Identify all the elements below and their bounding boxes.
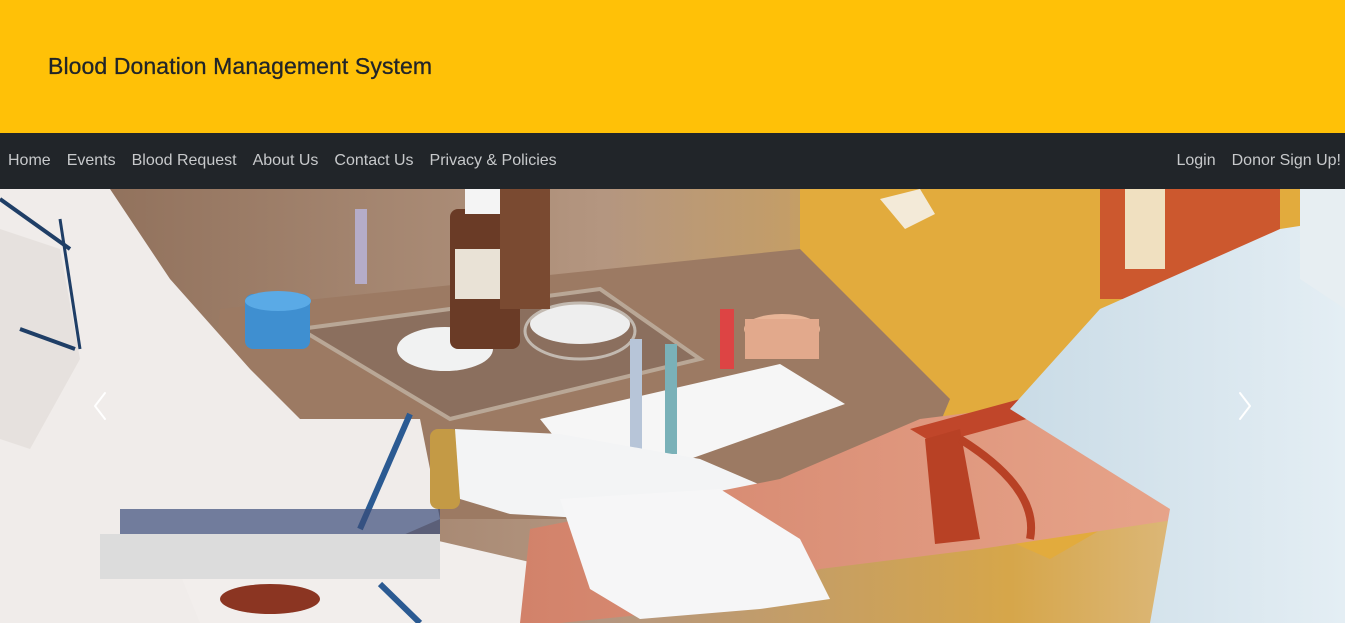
hero-carousel [0,189,1345,623]
nav-about-us-link[interactable]: About Us [245,152,327,170]
site-header: Blood Donation Management System [0,0,1345,133]
nav-login-link[interactable]: Login [1168,152,1223,170]
nav-donor-signup-link[interactable]: Donor Sign Up! [1224,152,1341,170]
main-navbar: Home Events Blood Request About Us Conta… [0,133,1345,189]
blood-donation-photo [0,189,1345,623]
nav-privacy-policies-link[interactable]: Privacy & Policies [422,152,565,170]
chevron-left-icon [94,392,106,420]
nav-left-group: Home Events Blood Request About Us Conta… [8,152,565,170]
carousel-prev-button[interactable] [0,189,200,623]
nav-events-link[interactable]: Events [59,152,124,170]
nav-blood-request-link[interactable]: Blood Request [124,152,245,170]
nav-contact-us-link[interactable]: Contact Us [326,152,421,170]
nav-home-link[interactable]: Home [8,152,59,170]
site-title: Blood Donation Management System [48,53,433,79]
carousel-next-button[interactable] [1145,189,1345,623]
nav-right-group: Login Donor Sign Up! [1168,152,1341,170]
chevron-right-icon [1239,392,1251,420]
